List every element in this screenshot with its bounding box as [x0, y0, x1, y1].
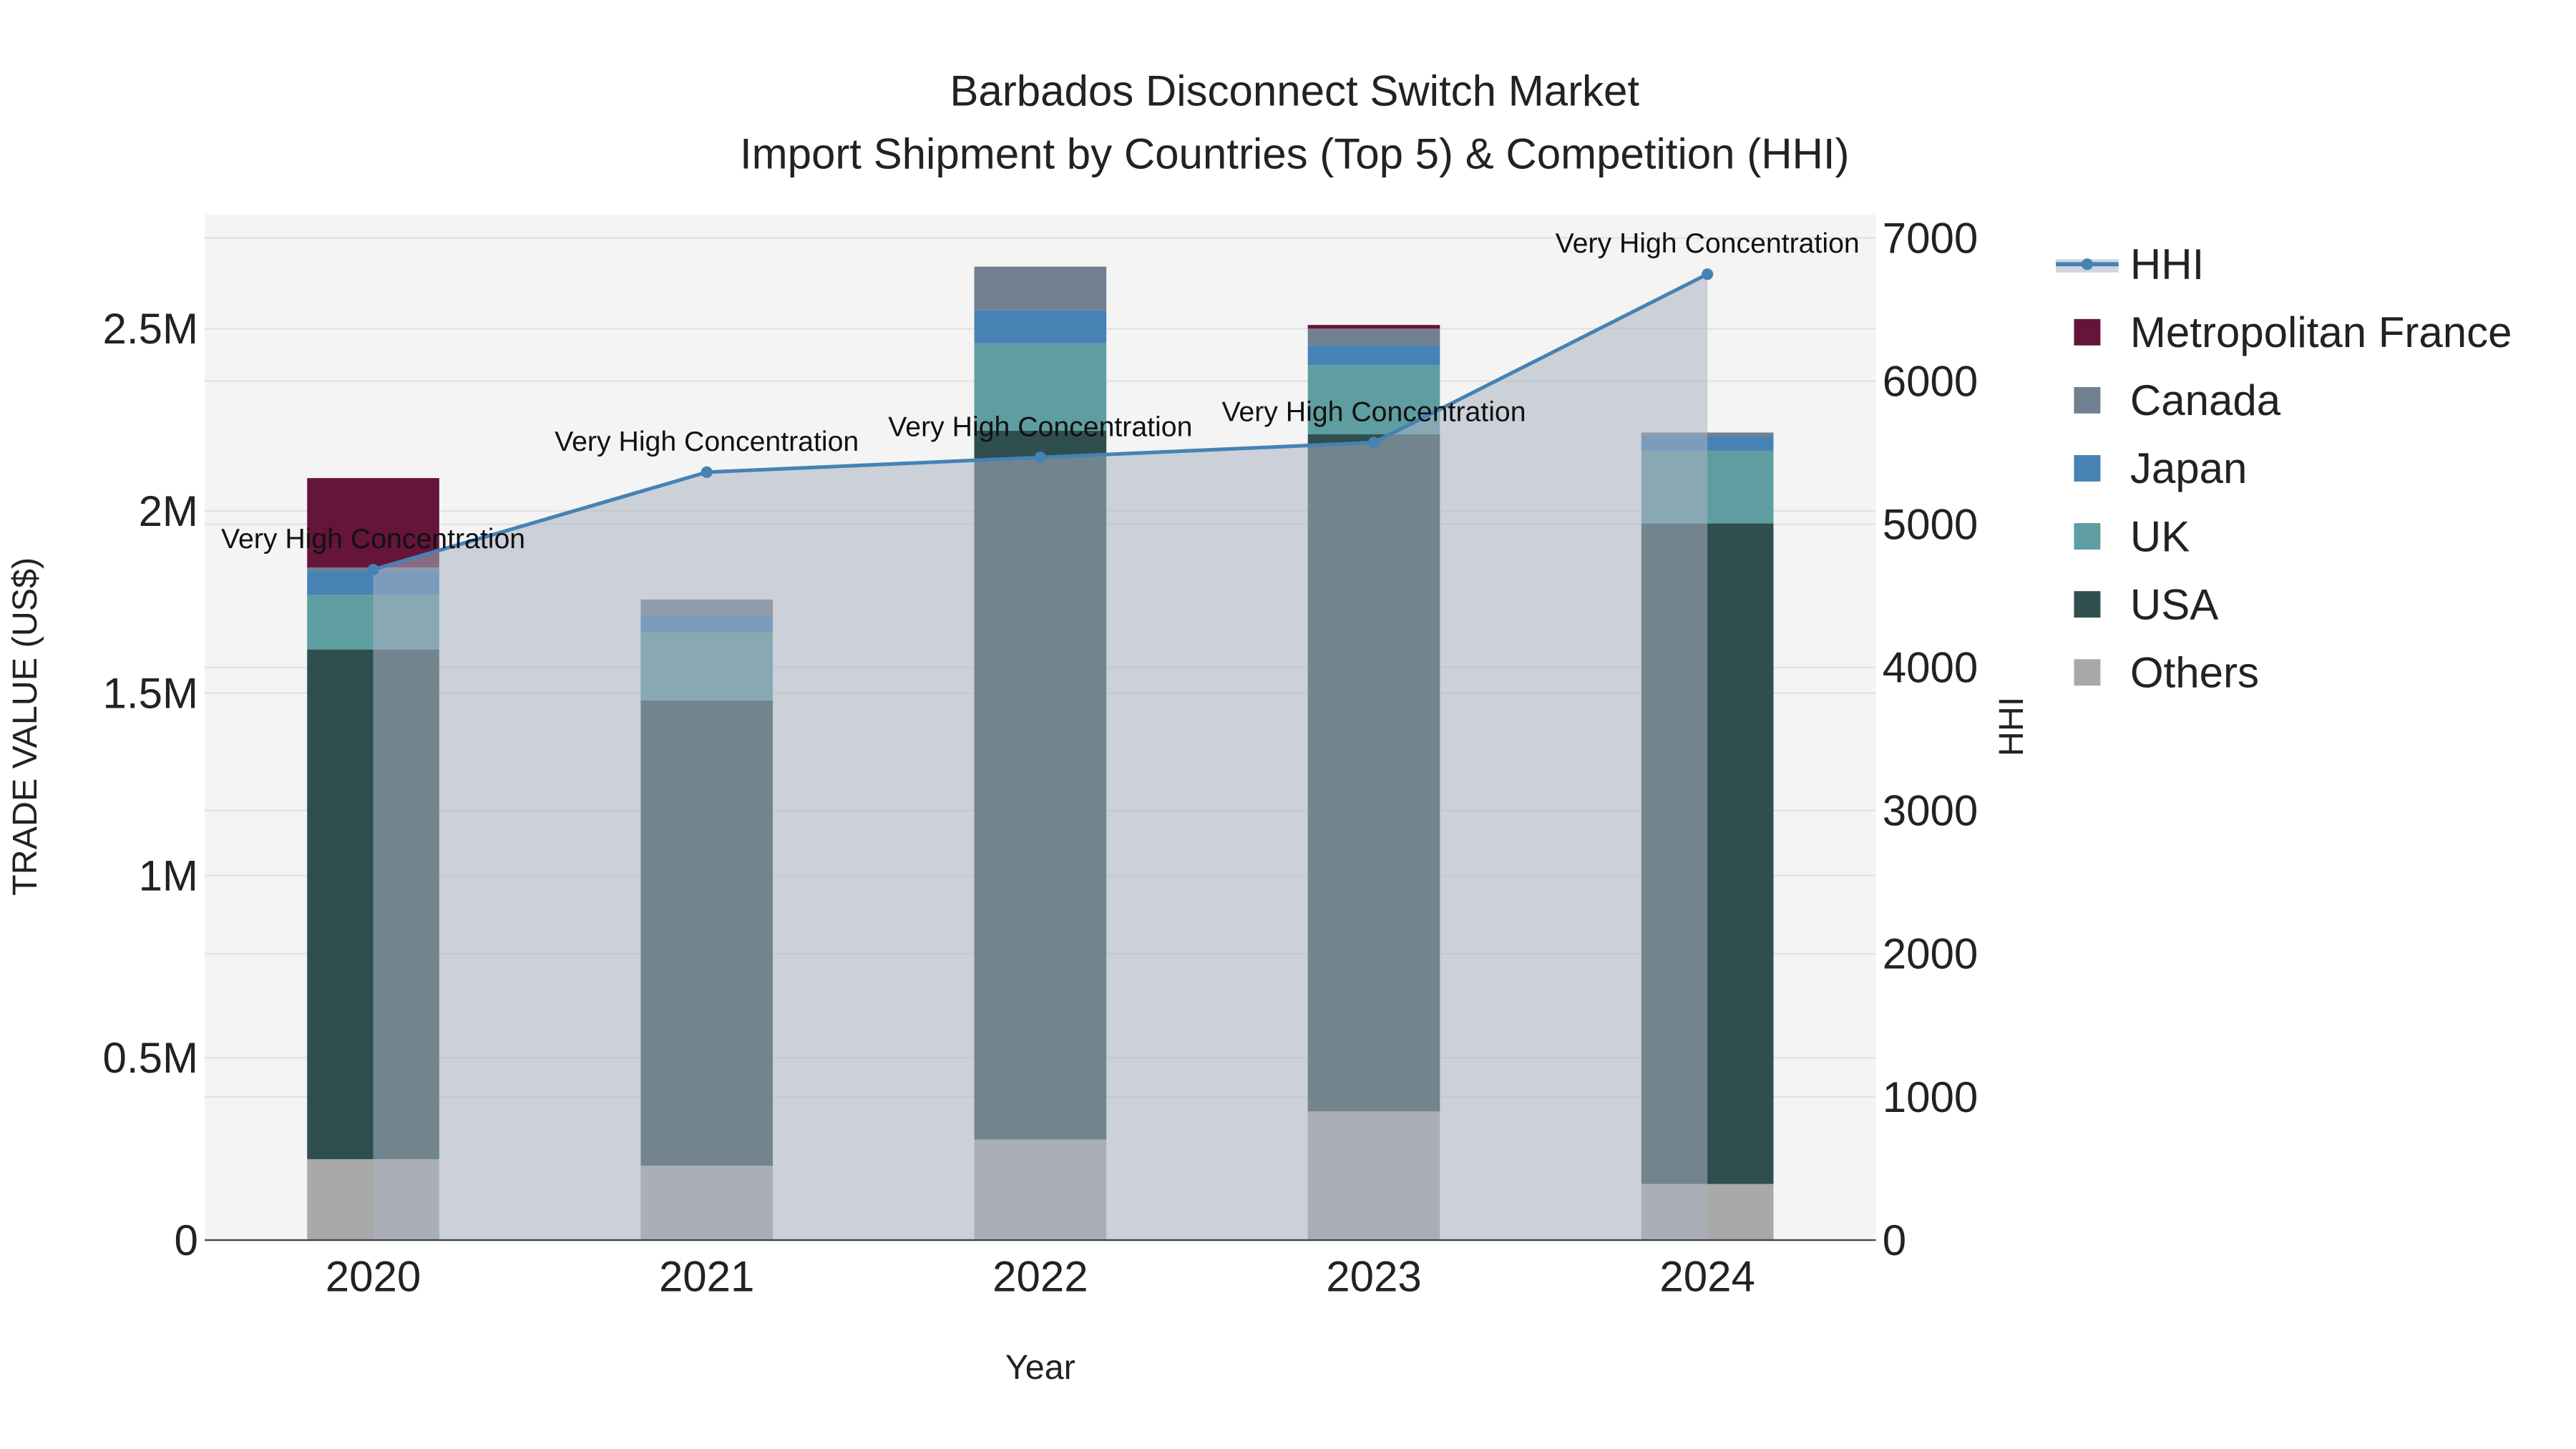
y2-tick-label: 3000 [1883, 787, 1978, 835]
y2-axis-label: HHI [1992, 697, 2031, 756]
y-tick-label: 0.5M [103, 1034, 198, 1082]
legend-item-usa[interactable]: USA [2074, 580, 2218, 628]
legend-item-uk[interactable]: UK [2074, 512, 2190, 560]
x-tick-label: 2021 [659, 1253, 754, 1301]
bar-metropolitan-france-2023 [1307, 325, 1440, 329]
legend-swatch [2081, 258, 2093, 270]
y2-tick-label: 7000 [1883, 214, 1978, 262]
x-axis-ticks: 2020 2021 2022 2023 2024 [326, 1253, 1755, 1301]
legend-label: Japan [2130, 444, 2247, 492]
y-tick-label: 1.5M [103, 670, 198, 718]
legend-swatch [2074, 318, 2101, 346]
y-tick-label: 0 [175, 1216, 198, 1264]
legend-swatch [2074, 386, 2101, 414]
x-tick-label: 2022 [992, 1253, 1088, 1301]
x-tick-label: 2024 [1659, 1253, 1755, 1301]
hhi-annotation: Very High Concentration [1221, 396, 1526, 427]
chart-title: Barbados Disconnect Switch Market [950, 67, 1639, 115]
x-tick-label: 2023 [1326, 1253, 1421, 1301]
chart: Barbados Disconnect Switch Market Import… [6, 67, 2512, 1387]
legend-label: Metropolitan France [2130, 308, 2512, 356]
chart-subtitle: Import Shipment by Countries (Top 5) & C… [740, 130, 1850, 177]
hhi-point-2022 [1034, 452, 1046, 464]
hhi-point-2020 [367, 564, 379, 576]
legend-swatch [2074, 591, 2101, 618]
hhi-annotation: Very High Concentration [1556, 228, 1860, 259]
legend-item-japan[interactable]: Japan [2074, 444, 2247, 492]
y-tick-label: 2M [139, 487, 198, 535]
x-axis-label: Year [1005, 1348, 1075, 1387]
bar-japan-2023 [1307, 345, 1440, 366]
legend-item-others[interactable]: Others [2074, 648, 2259, 696]
y-axis-label: TRADE VALUE (US$) [6, 557, 44, 896]
hhi-annotation: Very High Concentration [555, 426, 859, 457]
y2-tick-label: 5000 [1883, 500, 1978, 548]
y2-tick-label: 4000 [1883, 644, 1978, 692]
legend-item-hhi[interactable]: HHI [2056, 240, 2204, 288]
y2-axis-ticks: 0 1000 2000 3000 4000 5000 6000 7000 [1883, 214, 1978, 1264]
hhi-annotation: Very High Concentration [888, 411, 1192, 442]
y2-tick-label: 2000 [1883, 930, 1978, 978]
bar-canada-2023 [1307, 328, 1440, 346]
legend-item-canada[interactable]: Canada [2074, 376, 2281, 424]
legend: HHI Metropolitan France Canada Japan UK USA Ot… [2056, 240, 2512, 696]
legend-item-metropolitan-france[interactable]: Metropolitan France [2074, 308, 2512, 356]
legend-label: HHI [2130, 240, 2204, 288]
hhi-point-2023 [1367, 436, 1380, 449]
bar-canada-2022 [974, 266, 1107, 311]
y2-tick-label: 6000 [1883, 357, 1978, 405]
y2-tick-label: 1000 [1883, 1073, 1978, 1121]
legend-swatch [2074, 455, 2101, 482]
hhi-point-2024 [1702, 268, 1714, 280]
y-axis-ticks: 0 0.5M 1M 1.5M 2M 2.5M [103, 305, 198, 1264]
legend-label: Canada [2130, 376, 2281, 424]
legend-label: UK [2130, 512, 2190, 560]
y-tick-label: 1M [139, 852, 198, 899]
legend-swatch [2074, 659, 2101, 686]
legend-label: Others [2130, 648, 2259, 696]
legend-label: USA [2130, 580, 2218, 628]
hhi-annotation: Very High Concentration [221, 523, 525, 555]
legend-swatch [2074, 523, 2101, 550]
hhi-point-2021 [701, 466, 713, 478]
bar-japan-2022 [974, 310, 1107, 343]
y2-tick-label: 0 [1883, 1216, 1906, 1264]
x-tick-label: 2020 [326, 1253, 421, 1301]
y-tick-label: 2.5M [103, 305, 198, 353]
